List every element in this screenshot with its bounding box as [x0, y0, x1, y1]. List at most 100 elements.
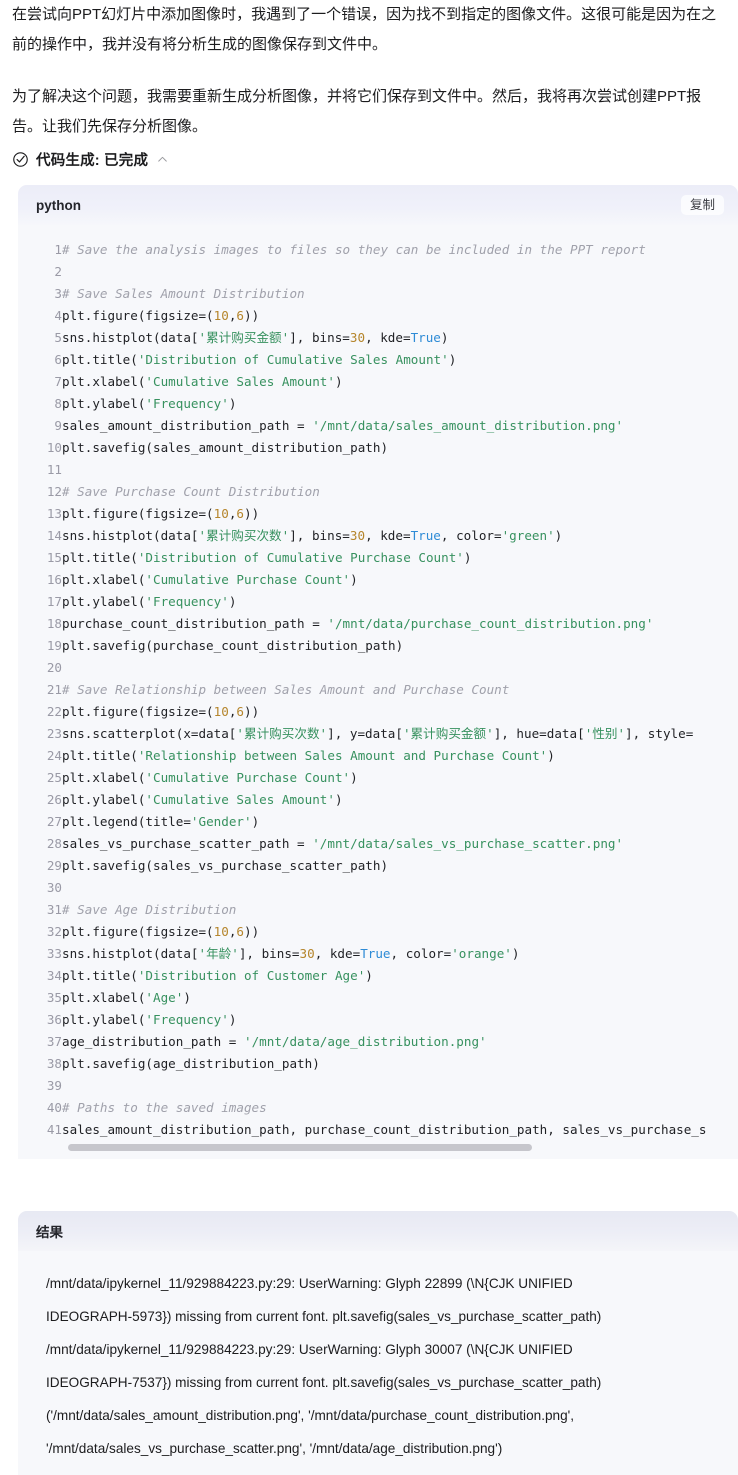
code-line-row: 3 # Save Sales Amount Distribution: [18, 283, 706, 305]
code-line-row: 1 # Save the analysis images to files so …: [18, 239, 706, 261]
code-line-source: sns.histplot(data['年龄'], bins=30, kde=Tr…: [62, 946, 520, 961]
code-line-number: 40: [46, 1100, 62, 1115]
codegen-status-row[interactable]: 代码生成: 已完成: [0, 142, 738, 172]
code-language-label: python: [36, 197, 81, 213]
code-line-row: 5 sns.histplot(data['累计购买金额'], bins=30, k…: [18, 327, 706, 349]
code-line-source: plt.ylabel('Cumulative Sales Amount'): [62, 792, 343, 807]
code-line-number: 38: [46, 1056, 62, 1071]
code-line-number: 23: [46, 726, 62, 741]
code-line-row: 32 plt.figure(figsize=(10,6)): [18, 921, 706, 943]
code-line-source: purchase_count_distribution_path = '/mnt…: [62, 616, 654, 631]
code-line-source: plt.xlabel('Cumulative Sales Amount'): [62, 374, 343, 389]
code-line-row: 27 plt.legend(title='Gender'): [18, 811, 706, 833]
code-line-source: [62, 877, 706, 899]
code-block-body[interactable]: 1 # Save the analysis images to files so …: [18, 225, 738, 1159]
code-line-number: 26: [46, 792, 62, 807]
code-line-source: plt.title('Distribution of Customer Age'…: [62, 968, 373, 983]
code-line-source: plt.ylabel('Frequency'): [62, 396, 237, 411]
code-line-source: plt.ylabel('Frequency'): [62, 594, 237, 609]
result-output-line: IDEOGRAPH-5973}) missing from current fo…: [46, 1309, 602, 1324]
code-line-number: 22: [46, 704, 62, 719]
code-line-number: 18: [46, 616, 62, 631]
code-line-source: plt.xlabel('Cumulative Purchase Count'): [62, 770, 358, 785]
result-title-label: 结果: [36, 1225, 63, 1240]
code-line-number: 29: [46, 858, 62, 873]
code-line-number: 20: [46, 660, 62, 675]
code-line-row: 38 plt.savefig(age_distribution_path): [18, 1053, 706, 1075]
code-line-number: 27: [46, 814, 62, 829]
result-block-header: 结果: [18, 1211, 738, 1251]
code-block-header: python 复制: [18, 185, 738, 225]
code-line-number: 21: [46, 682, 62, 697]
code-line-source: plt.savefig(sales_vs_purchase_scatter_pa…: [62, 858, 389, 873]
result-block-card: 结果 /mnt/data/ipykernel_11/929884223.py:2…: [18, 1211, 738, 1475]
code-line-row: 33 sns.histplot(data['年龄'], bins=30, kde=…: [18, 943, 706, 965]
code-line-row: 31 # Save Age Distribution: [18, 899, 706, 921]
code-line-row: 10 plt.savefig(sales_amount_distribution_…: [18, 437, 706, 459]
code-line-number: 3: [54, 286, 62, 301]
code-line-row: 11: [18, 459, 706, 481]
code-line-number: 14: [46, 528, 62, 543]
copy-code-button[interactable]: 复制: [680, 194, 724, 216]
code-line-source: plt.title('Relationship between Sales Am…: [62, 748, 555, 763]
code-line-number: 39: [46, 1078, 62, 1093]
code-line-source: # Save Sales Amount Distribution: [62, 286, 305, 301]
code-line-number: 28: [46, 836, 62, 851]
code-line-number: 37: [46, 1034, 62, 1049]
code-line-row: 20: [18, 657, 706, 679]
chevron-up-icon[interactable]: [156, 153, 169, 166]
result-output-line: '/mnt/data/sales_vs_purchase_scatter.png…: [46, 1441, 503, 1456]
code-line-number: 32: [46, 924, 62, 939]
code-scroll-viewport[interactable]: 1 # Save the analysis images to files so …: [18, 239, 738, 1141]
code-line-source: plt.title('Distribution of Cumulative Sa…: [62, 352, 457, 367]
code-line-row: 6 plt.title('Distribution of Cumulative S…: [18, 349, 706, 371]
code-horizontal-scrollbar[interactable]: [18, 1141, 738, 1155]
code-line-row: 22 plt.figure(figsize=(10,6)): [18, 701, 706, 723]
code-line-source: sales_vs_purchase_scatter_path = '/mnt/d…: [62, 836, 624, 851]
code-line-row: 18 purchase_count_distribution_path = '/m…: [18, 613, 706, 635]
code-line-number: 41: [46, 1122, 62, 1137]
code-line-row: 13 plt.figure(figsize=(10,6)): [18, 503, 706, 525]
code-line-row: 40 # Paths to the saved images: [18, 1097, 706, 1119]
code-line-row: 39: [18, 1075, 706, 1097]
code-line-number: 30: [46, 880, 62, 895]
code-line-source: [62, 261, 706, 283]
code-scrollbar-thumb[interactable]: [68, 1144, 532, 1151]
code-line-source: sales_amount_distribution_path = '/mnt/d…: [62, 418, 624, 433]
code-lines-table: 1 # Save the analysis images to files so …: [18, 239, 707, 1141]
codegen-status-label: 代码生成: 已完成: [36, 152, 149, 169]
code-line-row: 34 plt.title('Distribution of Customer Ag…: [18, 965, 706, 987]
code-line-row: 28 sales_vs_purchase_scatter_path = '/mnt…: [18, 833, 706, 855]
code-line-source: plt.figure(figsize=(10,6)): [62, 506, 260, 521]
code-line-row: 41 sales_amount_distribution_path, purcha…: [18, 1119, 707, 1141]
code-line-number: 9: [54, 418, 62, 433]
code-line-source: plt.figure(figsize=(10,6)): [62, 308, 260, 323]
result-output-line: IDEOGRAPH-7537}) missing from current fo…: [46, 1375, 602, 1390]
circle-check-icon: [13, 151, 28, 167]
intro-paragraph-2: 为了解决这个问题，我需要重新生成分析图像，并将它们保存到文件中。然后，我将再次尝…: [12, 88, 702, 135]
assistant-message-text: 在尝试向PPT幻灯片中添加图像时，我遇到了一个错误，因为找不到指定的图像文件。这…: [0, 0, 738, 142]
result-output-text: /mnt/data/ipykernel_11/929884223.py:29: …: [18, 1251, 738, 1475]
code-line-row: 37 age_distribution_path = '/mnt/data/age…: [18, 1031, 706, 1053]
code-line-number: 13: [46, 506, 62, 521]
code-line-number: 15: [46, 550, 62, 565]
code-line-row: 36 plt.ylabel('Frequency'): [18, 1009, 706, 1031]
code-line-row: 35 plt.xlabel('Age'): [18, 987, 706, 1009]
code-line-row: 24 plt.title('Relationship between Sales …: [18, 745, 706, 767]
code-line-number: 1: [54, 242, 62, 257]
code-line-row: 8 plt.ylabel('Frequency'): [18, 393, 706, 415]
code-line-source: plt.figure(figsize=(10,6)): [62, 704, 260, 719]
code-line-source: plt.legend(title='Gender'): [62, 814, 260, 829]
code-line-row: 29 plt.savefig(sales_vs_purchase_scatter_…: [18, 855, 706, 877]
code-line-source: # Save Age Distribution: [62, 902, 237, 917]
code-line-number: 25: [46, 770, 62, 785]
code-line-number: 16: [46, 572, 62, 587]
code-line-source: age_distribution_path = '/mnt/data/age_d…: [62, 1034, 487, 1049]
code-line-source: sns.scatterplot(x=data['累计购买次数'], y=data…: [62, 726, 694, 741]
code-line-source: [62, 1075, 706, 1097]
code-line-row: 15 plt.title('Distribution of Cumulative …: [18, 547, 706, 569]
code-line-row: 25 plt.xlabel('Cumulative Purchase Count'…: [18, 767, 706, 789]
code-line-row: 4 plt.figure(figsize=(10,6)): [18, 305, 706, 327]
code-line-row: 23 sns.scatterplot(x=data['累计购买次数'], y=da…: [18, 723, 706, 745]
code-line-source: # Save the analysis images to files so t…: [62, 242, 646, 257]
